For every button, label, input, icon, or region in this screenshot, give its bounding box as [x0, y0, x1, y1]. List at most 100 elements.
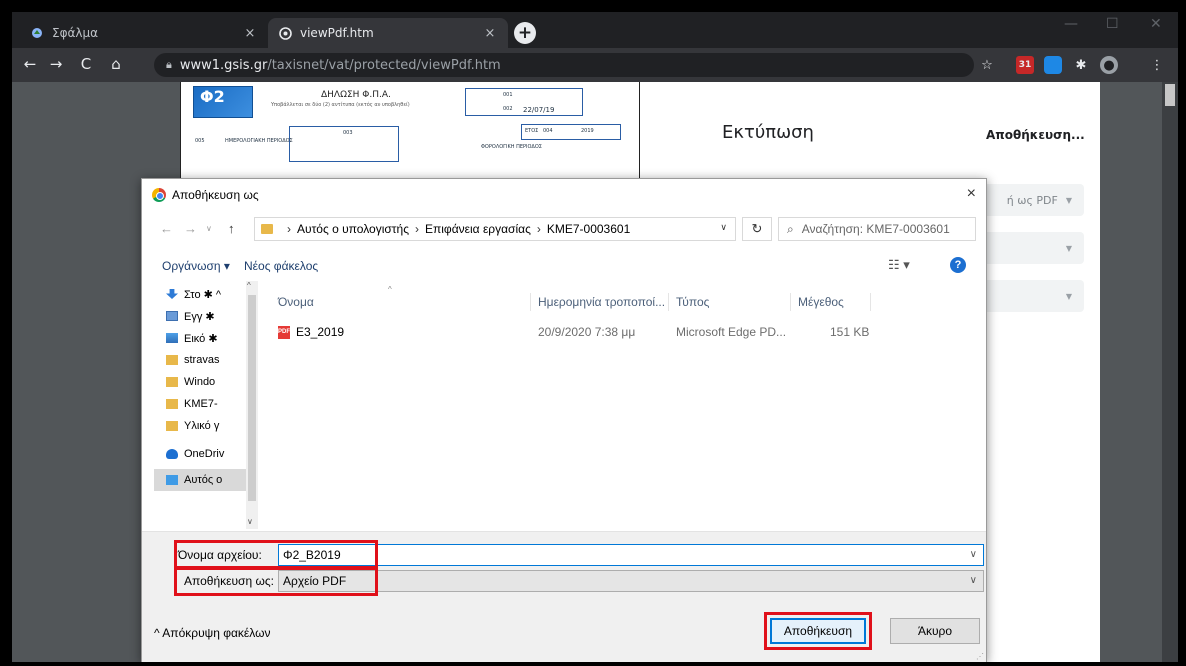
- tab-error[interactable]: Σφάλμα ×: [20, 18, 268, 48]
- maximize-icon[interactable]: ☐: [1106, 16, 1119, 32]
- pdf-form-subtitle: Υποβάλλεται σε δύο (2) αντίτυπα (εκτός α…: [271, 102, 410, 108]
- url-path: /taxisnet/vat/protected/viewPdf.htm: [267, 57, 501, 73]
- chevron-down-icon[interactable]: ∨: [970, 571, 977, 591]
- scroll-thumb[interactable]: [1165, 84, 1175, 106]
- column-header-size[interactable]: Μέγεθος: [798, 295, 844, 309]
- pdf-tag-005: 005: [195, 138, 205, 144]
- file-list: ^ Όνομα Ημερομηνία τροποποί... Τύπος Μέγ…: [262, 281, 978, 531]
- extensions-puzzle-icon[interactable]: ✱: [1072, 56, 1090, 74]
- search-input[interactable]: ⌕ Αναζήτηση: KME7-0003601: [778, 217, 976, 241]
- cloud-extension-icon[interactable]: [1044, 56, 1062, 74]
- scroll-down-icon[interactable]: ∨: [247, 517, 253, 526]
- nav-item-documents[interactable]: Εγγ ✱: [154, 305, 246, 327]
- file-size-cell: 151 KB: [830, 325, 870, 339]
- file-type-cell: Microsoft Edge PD...: [676, 325, 787, 339]
- nav-item-pictures[interactable]: Εικό ✱: [154, 327, 246, 349]
- nav-item-this-pc[interactable]: Αυτός ο: [154, 469, 246, 491]
- back-icon[interactable]: ←: [160, 221, 173, 236]
- close-window-icon[interactable]: ✕: [1150, 16, 1162, 32]
- nav-item-folder[interactable]: Υλικό γ: [154, 415, 246, 437]
- nav-item-onedrive[interactable]: OneDriv: [154, 443, 246, 465]
- close-tab-icon[interactable]: ×: [242, 26, 258, 41]
- help-icon[interactable]: ?: [950, 257, 966, 273]
- search-icon: ⌕: [787, 221, 794, 236]
- scroll-thumb[interactable]: [248, 295, 256, 501]
- navigation-pane: Στο ✱ ^ Εγγ ✱ Εικό ✱ stravas Windo KME7-…: [154, 281, 258, 529]
- calendar-extension-icon[interactable]: 31: [1016, 56, 1034, 74]
- lock-icon: 🔒︎: [166, 58, 172, 71]
- pictures-icon: [166, 333, 178, 343]
- breadcrumb-item[interactable]: KME7-0003601: [547, 222, 630, 236]
- screenshot-frame: Σφάλμα × viewPdf.htm × + — ☐ ✕ ← → C ⌂ 🔒…: [0, 0, 1186, 666]
- menu-kebab-icon[interactable]: ⋮: [1148, 56, 1166, 74]
- profile-avatar-icon[interactable]: ●: [1100, 56, 1118, 74]
- pdf-year: 2019: [581, 128, 594, 134]
- dialog-title: Αποθήκευση ως: [172, 188, 259, 202]
- chevron-down-icon[interactable]: ∨: [206, 224, 212, 233]
- minimize-icon[interactable]: —: [1064, 16, 1078, 32]
- highlight-save-button: [764, 612, 872, 650]
- column-divider: [870, 293, 871, 311]
- nav-item-folder[interactable]: Windo: [154, 371, 246, 393]
- url-host: www1.gsis.gr: [179, 57, 268, 73]
- home-icon[interactable]: ⌂: [106, 55, 126, 73]
- breadcrumb[interactable]: › Αυτός ο υπολογιστής › Επιφάνεια εργασί…: [254, 217, 736, 241]
- chevron-down-icon[interactable]: ∨: [970, 545, 977, 565]
- download-icon: [166, 289, 178, 299]
- documents-icon: [166, 311, 178, 321]
- chevron-down-icon: ▼: [1065, 243, 1072, 253]
- address-bar[interactable]: 🔒︎ www1.gsis.gr/taxisnet/vat/protected/v…: [154, 53, 974, 77]
- chevron-right-icon: ›: [414, 222, 419, 236]
- close-tab-icon[interactable]: ×: [482, 26, 498, 41]
- pdf-tag-004: 004: [543, 128, 553, 134]
- column-header-type[interactable]: Τύπος: [676, 295, 709, 309]
- chrome-window: Σφάλμα × viewPdf.htm × + — ☐ ✕ ← → C ⌂ 🔒…: [12, 12, 1178, 662]
- pdf-file-icon: PDF: [278, 325, 290, 339]
- highlight-savetype: [174, 566, 378, 596]
- new-tab-button[interactable]: +: [514, 22, 536, 44]
- reload-icon[interactable]: C: [76, 55, 96, 73]
- forward-icon[interactable]: →: [46, 55, 66, 73]
- column-header-name[interactable]: Όνομα: [278, 295, 314, 309]
- nav-item-folder[interactable]: KME7-: [154, 393, 246, 415]
- file-modified-cell: 20/9/2020 7:38 μμ: [538, 325, 636, 339]
- up-arrow-icon[interactable]: ↑: [228, 221, 235, 236]
- back-icon[interactable]: ←: [20, 55, 40, 73]
- chevron-down-icon[interactable]: ∨: [720, 222, 727, 233]
- print-save-button[interactable]: Αποθήκευση...: [986, 128, 1085, 142]
- chevron-right-icon: ›: [287, 222, 291, 236]
- navigation-row: ← → ∨ ↑ › Αυτός ο υπολογιστής › Επιφάνει…: [142, 215, 986, 245]
- page-scrollbar[interactable]: [1162, 82, 1178, 662]
- chevron-down-icon: ▼: [1065, 195, 1072, 205]
- table-row[interactable]: PDF E3_2019 20/9/2020 7:38 μμ Microsoft E…: [262, 321, 978, 343]
- filename-input[interactable]: Φ2_Β2019 ∨: [278, 544, 984, 566]
- close-icon[interactable]: ×: [967, 185, 976, 203]
- file-name-cell: PDF E3_2019: [278, 325, 345, 339]
- resize-grip-icon[interactable]: ⋰: [976, 652, 984, 661]
- navigation-scrollbar[interactable]: ^ ∨: [246, 281, 258, 529]
- organize-button[interactable]: Οργάνωση ▾: [162, 259, 230, 273]
- pdf-form-title: ΔΗΛΩΣΗ Φ.Π.Α.: [321, 90, 391, 100]
- chevron-right-icon: ›: [536, 222, 541, 236]
- cancel-button[interactable]: Άκυρο: [890, 618, 980, 644]
- column-header-modified[interactable]: Ημερομηνία τροποποί...: [538, 295, 665, 309]
- nav-item-folder[interactable]: stravas: [154, 349, 246, 371]
- nav-item-downloads[interactable]: Στο ✱ ^: [154, 283, 246, 305]
- refresh-button[interactable]: ↻: [742, 217, 772, 241]
- pdf-year-label: ΕΤΟΣ: [525, 128, 539, 134]
- refresh-icon: ↻: [751, 221, 763, 236]
- destination-value: ή ως PDF: [1006, 193, 1058, 207]
- new-folder-button[interactable]: Νέος φάκελος: [244, 259, 318, 273]
- column-divider: [530, 293, 531, 311]
- pdf-tag-001: 001: [503, 92, 513, 98]
- scroll-up-icon[interactable]: ^: [247, 281, 251, 290]
- view-options-icon[interactable]: ☷ ▾: [888, 257, 910, 273]
- forward-icon[interactable]: →: [184, 221, 197, 236]
- breadcrumb-item[interactable]: Αυτός ο υπολογιστής: [297, 222, 409, 236]
- bookmark-star-icon[interactable]: ☆: [978, 56, 996, 74]
- pdf-fiscal-period-label: ΦΟΡΟΛΟΓΙΚΗ ΠΕΡΙΟΔΟΣ: [481, 144, 542, 150]
- savetype-select[interactable]: Αρχείο PDF ∨: [278, 570, 984, 592]
- hide-folders-button[interactable]: ^ Απόκρυψη φακέλων: [154, 626, 270, 640]
- tab-viewpdf[interactable]: viewPdf.htm ×: [268, 18, 508, 48]
- breadcrumb-item[interactable]: Επιφάνεια εργασίας: [425, 222, 531, 236]
